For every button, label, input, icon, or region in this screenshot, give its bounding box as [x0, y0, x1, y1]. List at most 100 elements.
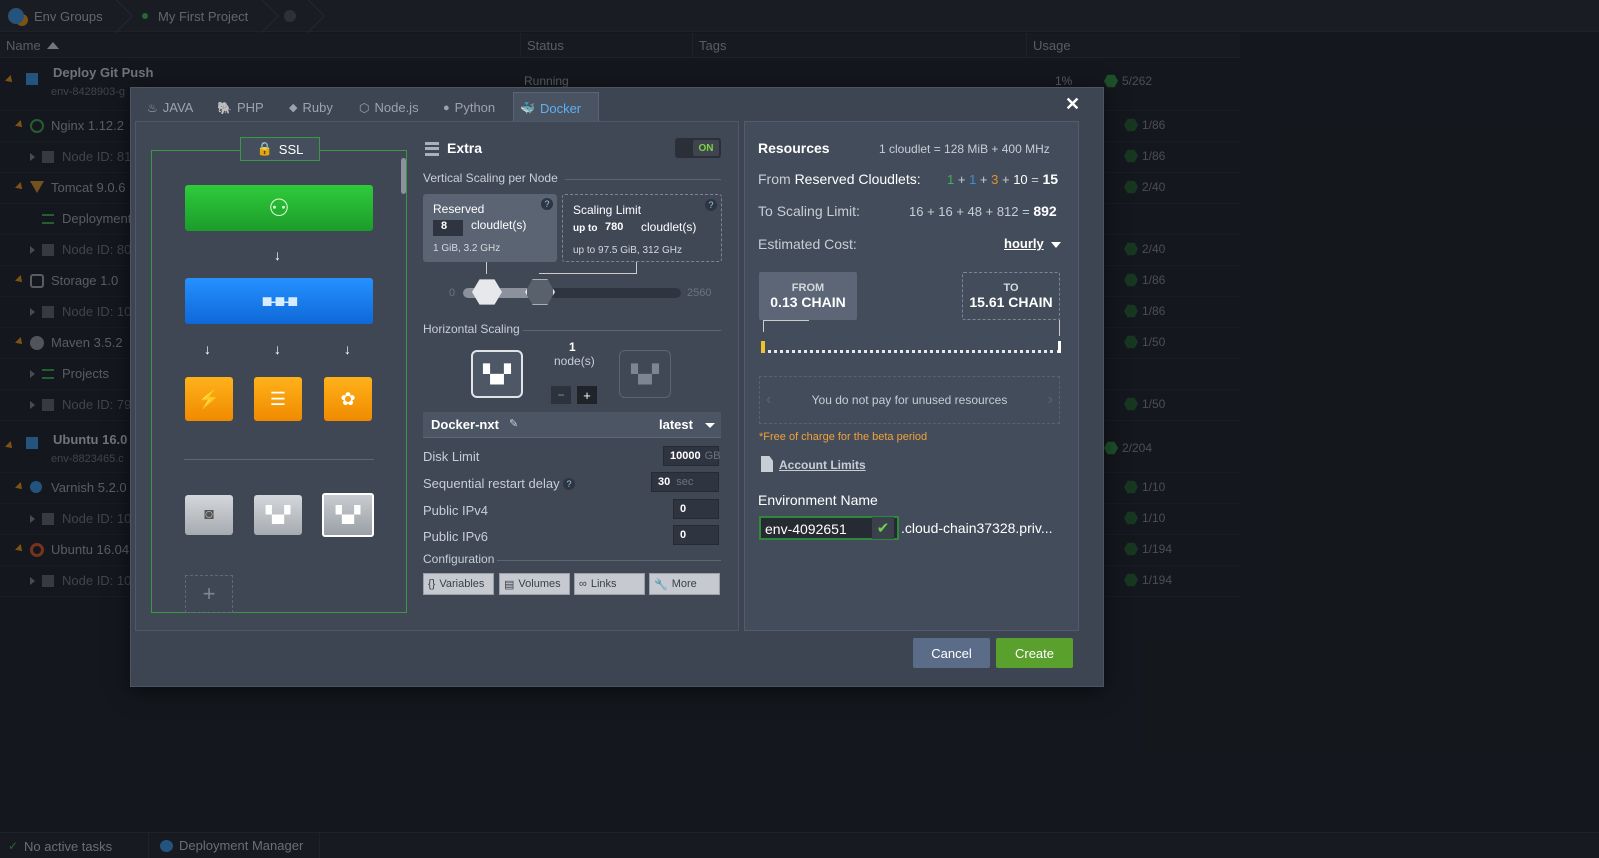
- arrow-down-icon: ↓: [274, 247, 281, 263]
- help-icon[interactable]: ?: [563, 478, 575, 490]
- tab-nodejs[interactable]: ⬡ Node.js: [353, 92, 425, 123]
- nosql-database-node[interactable]: ✿: [324, 377, 372, 421]
- disk-limit-unit: GB: [704, 450, 721, 462]
- app-cloudlets: 1: [969, 172, 977, 187]
- disk-limit-label: Disk Limit: [423, 449, 480, 464]
- connector-line: [1059, 320, 1060, 336]
- topology-wizard-dialog: ♨ JAVA 🐘 PHP ◆ Ruby ⬡ Node.js ● Python 🐳 Docke…: [130, 87, 1104, 687]
- server-icon: ■-■-■: [261, 290, 299, 311]
- increase-nodes-button[interactable]: +: [577, 386, 597, 404]
- other-cloudlets: 10: [1013, 172, 1028, 187]
- ipv4-value: 0: [680, 503, 687, 515]
- tab-ruby[interactable]: ◆ Ruby: [283, 92, 339, 123]
- configuration-title: Configuration: [423, 552, 495, 566]
- link-icon: ∞: [579, 578, 587, 590]
- restart-delay-value: 30: [658, 476, 671, 488]
- chevron-down-icon[interactable]: [705, 423, 715, 428]
- divider: [497, 560, 721, 561]
- scaling-limit-input[interactable]: 780: [601, 221, 635, 237]
- chevron-right-icon[interactable]: ›: [1048, 391, 1053, 409]
- docker-image-row[interactable]: Docker-nxt ✎ latest: [423, 412, 721, 438]
- reserved-cloudlets-box: Reserved ? 8 cloudlet(s) 1 GiB, 3.2 GHz: [423, 194, 557, 262]
- tab-php[interactable]: 🐘 PHP: [211, 92, 270, 123]
- slider-min: 0: [449, 287, 456, 299]
- label-prefix: To: [758, 203, 777, 219]
- restart-delay-input[interactable]: 30 sec: [651, 472, 719, 492]
- docker-image-name[interactable]: Docker-nxt: [431, 417, 499, 432]
- tab-java[interactable]: ♨ JAVA: [141, 92, 199, 123]
- pencil-icon[interactable]: ✎: [509, 417, 518, 430]
- cost-period-select[interactable]: hourly: [1004, 236, 1044, 251]
- env-domain-suffix: .cloud-chain37328.priv...: [901, 520, 1053, 536]
- scrollbar-thumb[interactable]: [401, 158, 406, 194]
- resources-title: Resources: [758, 140, 830, 156]
- hdd-icon: ◙: [204, 506, 214, 523]
- scaling-limit-label: Scaling Limit: [573, 203, 642, 217]
- more-label: More: [671, 578, 697, 590]
- links-button[interactable]: ∞ Links: [574, 573, 645, 595]
- divider: [184, 459, 374, 460]
- cache-node[interactable]: ⚡: [185, 377, 233, 421]
- ssl-label: SSL: [278, 141, 304, 157]
- reserved-cloudlets-label: From Reserved Cloudlets:: [758, 171, 921, 187]
- help-icon[interactable]: ?: [705, 199, 717, 211]
- divider: [565, 179, 721, 180]
- cluster-icon: ✿: [340, 388, 356, 409]
- limit-expression: 16 + 16 + 48 + 812 =: [909, 204, 1030, 219]
- create-label: Create: [1014, 645, 1055, 661]
- env-name-label: Environment Name: [758, 492, 878, 508]
- create-button[interactable]: Create: [996, 638, 1073, 668]
- reserved-unit: cloudlet(s): [471, 218, 527, 232]
- braces-icon: {}: [428, 578, 436, 590]
- more-button[interactable]: 🔧 More: [649, 573, 720, 595]
- menu-icon: [425, 142, 439, 156]
- reserved-spec: 1 GiB, 3.2 GHz: [433, 243, 501, 254]
- php-icon: 🐘: [217, 100, 232, 115]
- chevron-left-icon[interactable]: ‹: [766, 391, 771, 409]
- cloudlet-definition: 1 cloudlet = 128 MiB + 400 MHz: [879, 142, 1050, 156]
- to-label: TO: [1003, 282, 1019, 294]
- docker-tag-select[interactable]: latest: [659, 417, 693, 432]
- ssl-toggle[interactable]: 🔒 SSL: [240, 137, 320, 161]
- blocks-icon: ▚▞: [631, 363, 659, 384]
- reserved-cloudlets-input[interactable]: 8: [433, 220, 463, 236]
- cost-range-bar: [761, 339, 1061, 353]
- restart-delay-unit: sec: [676, 476, 694, 488]
- docker-node-selected[interactable]: ▚▞: [322, 493, 374, 537]
- tab-docker[interactable]: 🐳 Docker: [513, 92, 599, 123]
- slider-max: 2560: [687, 287, 712, 299]
- decrease-nodes-button[interactable]: −: [551, 386, 571, 404]
- help-icon[interactable]: ?: [541, 198, 553, 210]
- cancel-label: Cancel: [931, 645, 972, 661]
- unused-resources-note: You do not pay for unused resources: [811, 393, 1008, 407]
- extra-toggle[interactable]: ON: [675, 138, 721, 158]
- variables-button[interactable]: {} Variables: [423, 573, 494, 595]
- ipv6-stepper[interactable]: 0: [673, 525, 719, 545]
- volumes-button[interactable]: ▤ Volumes: [499, 573, 570, 595]
- tab-python[interactable]: ● Python: [437, 92, 501, 123]
- tab-label: Python: [454, 100, 496, 115]
- storage-node[interactable]: ◙: [185, 495, 233, 535]
- chevron-down-icon[interactable]: [1051, 242, 1061, 248]
- env-name-input[interactable]: env-4092651 ✔: [759, 516, 899, 540]
- connector-line: [763, 320, 809, 332]
- close-icon[interactable]: ✕: [1065, 94, 1080, 115]
- disk-limit-input[interactable]: 10000 GB: [663, 446, 721, 466]
- ipv4-stepper[interactable]: 0: [673, 499, 719, 519]
- tab-label: Docker: [539, 100, 582, 116]
- add-node-button[interactable]: +: [185, 575, 233, 613]
- node-preview-next: ▚▞: [619, 350, 671, 398]
- balancer-node[interactable]: ⚇: [185, 185, 373, 231]
- java-icon: ♨: [147, 100, 158, 115]
- limit-spec: up to 97.5 GiB, 312 GHz: [573, 245, 682, 256]
- balancer-icon: ⚇: [268, 194, 290, 222]
- label-text: Scaling Limit:: [776, 203, 860, 219]
- python-icon: ●: [443, 101, 450, 114]
- vps-node[interactable]: ▚▞: [254, 495, 302, 535]
- sql-database-node[interactable]: ☰: [254, 377, 302, 421]
- account-limits-link[interactable]: Account Limits: [779, 458, 866, 472]
- balancer-cloudlets: 1: [947, 172, 955, 187]
- app-server-node[interactable]: ■-■-■: [185, 278, 373, 324]
- from-label: FROM: [791, 282, 825, 294]
- cancel-button[interactable]: Cancel: [913, 638, 990, 668]
